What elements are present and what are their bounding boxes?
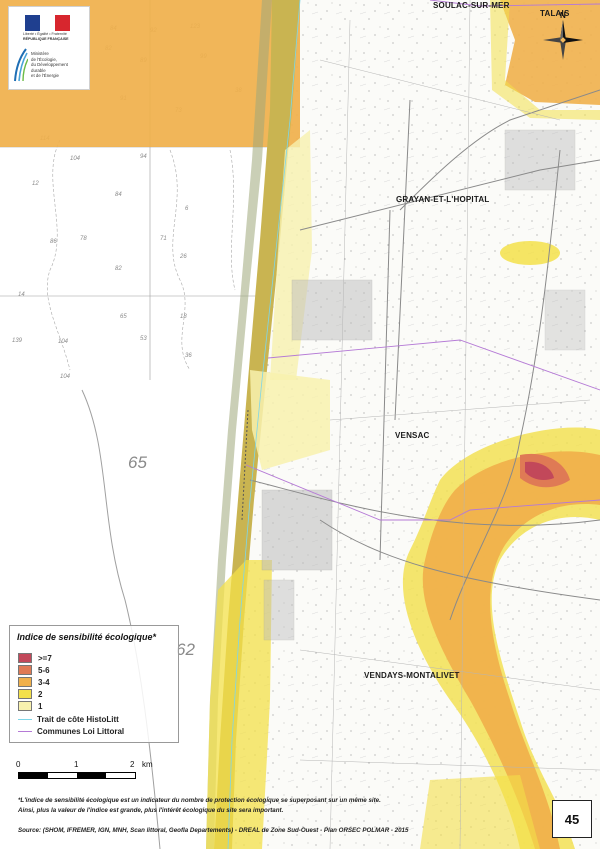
- legend-swatch: [18, 665, 32, 675]
- place-grayan: GRAYAN-ET-L'HOPITAL: [396, 195, 490, 204]
- legend-row-class-2: 5-6: [18, 665, 50, 675]
- french-flag-icon: [25, 15, 70, 31]
- flag-blue: [25, 15, 40, 31]
- svg-text:65: 65: [120, 314, 127, 320]
- legend-label: Trait de côte HistoLitt: [37, 714, 119, 724]
- legend-swatch: [18, 701, 32, 711]
- flag-red: [55, 15, 70, 31]
- source-line: Source: (SHOM, IFREMER, IGN, MNH, Scan l…: [18, 827, 409, 834]
- svg-text:36: 36: [185, 353, 192, 359]
- republic-motto: Liberté • Égalité • Fraternité: [23, 32, 67, 36]
- legend-swatch: [18, 653, 32, 663]
- legend-label: Communes Loi Littoral: [37, 726, 125, 736]
- legend-swatch: [18, 677, 32, 687]
- place-soulac: SOULAC-SUR-MER: [433, 1, 510, 10]
- place-vendays: VENDAYS-MONTALIVET: [364, 671, 460, 680]
- north-arrow-icon: N: [543, 11, 583, 60]
- ministry-name: Ministère de l'Écologie, du Développemen…: [31, 51, 68, 79]
- svg-text:18: 18: [180, 314, 187, 320]
- svg-text:104: 104: [70, 156, 81, 162]
- zone-south-patch: [420, 775, 540, 849]
- legend-line-swatch: [18, 730, 32, 732]
- zone-grayan-patch: [500, 241, 560, 265]
- scale-label-0: 0: [16, 760, 21, 769]
- svg-text:12: 12: [32, 181, 39, 187]
- legend-label: >=7: [38, 653, 52, 663]
- scale-bar-graphic: [18, 772, 136, 779]
- ministry-logo: Liberté • Égalité • Fraternité RÉPUBLIQU…: [8, 6, 90, 90]
- scale-label-1: 1: [74, 760, 79, 769]
- scale-unit: km: [142, 760, 153, 769]
- page-number: 45: [552, 800, 592, 838]
- legend-label: 5-6: [38, 665, 50, 675]
- ministry-line-3: du Développement: [31, 62, 68, 68]
- svg-text:139: 139: [12, 338, 23, 344]
- place-vensac: VENSAC: [395, 431, 430, 440]
- svg-text:104: 104: [58, 339, 69, 345]
- svg-text:94: 94: [140, 154, 147, 160]
- legend-swatch: [18, 689, 32, 699]
- svg-text:71: 71: [160, 236, 167, 242]
- legend-title: Indice de sensibilité écologique*: [17, 632, 157, 642]
- ministry-line-5: et de l'Énergie: [31, 73, 59, 79]
- legend-panel: Indice de sensibilité écologique* >=7 5-…: [9, 625, 179, 743]
- legend-row-class-1: >=7: [18, 653, 52, 663]
- legend-label: 3-4: [38, 677, 50, 687]
- legend-line-swatch: [18, 718, 32, 720]
- svg-text:53: 53: [140, 336, 147, 342]
- svg-text:14: 14: [18, 292, 25, 298]
- note-line-2: Ainsi, plus la valeur de l'indice est gr…: [18, 807, 284, 814]
- svg-text:26: 26: [179, 254, 187, 260]
- legend-label: 1: [38, 701, 43, 711]
- note-line-1: *L'indice de sensibilité écologique est …: [18, 797, 381, 804]
- svg-text:78: 78: [80, 236, 87, 242]
- north-label: N: [560, 11, 566, 20]
- legend-label: 2: [38, 689, 43, 699]
- svg-text:84: 84: [115, 192, 122, 198]
- depth-label-65: 65: [128, 453, 147, 472]
- legend-row-communes: Communes Loi Littoral: [18, 726, 124, 736]
- scale-label-2: 2: [130, 760, 135, 769]
- svg-text:104: 104: [60, 374, 71, 380]
- svg-text:86: 86: [50, 239, 57, 245]
- republic-name: RÉPUBLIQUE FRANÇAISE: [23, 37, 69, 41]
- legend-row-class-4: 2: [18, 689, 42, 699]
- legend-row-coastline: Trait de côte HistoLitt: [18, 714, 119, 724]
- legend-row-class-3: 3-4: [18, 677, 50, 687]
- svg-text:82: 82: [115, 266, 122, 272]
- marianne-stripes-icon: [14, 48, 28, 82]
- legend-row-class-5: 1: [18, 701, 42, 711]
- flag-white: [40, 15, 55, 31]
